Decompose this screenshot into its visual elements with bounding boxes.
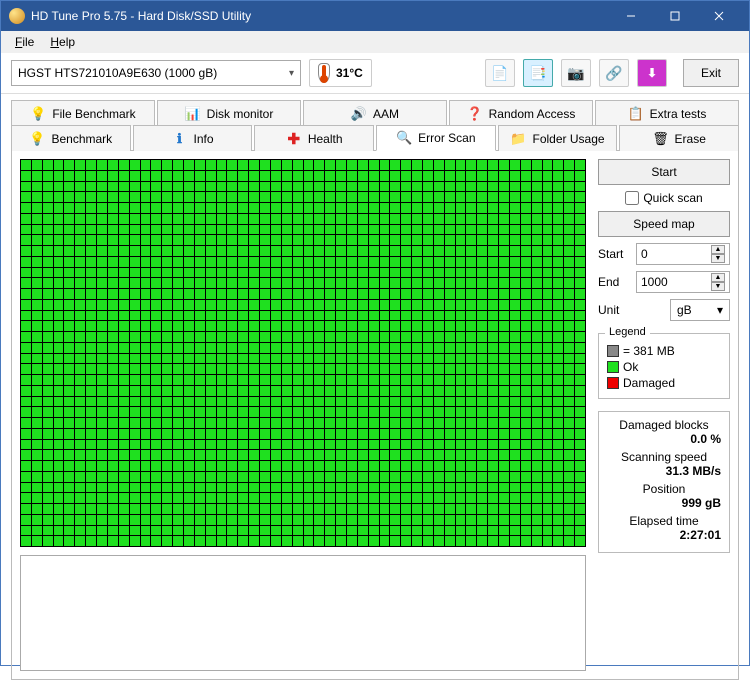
speaker-icon <box>351 106 367 122</box>
tab-extra-tests[interactable]: Extra tests <box>595 100 739 126</box>
chevron-down-icon: ▾ <box>289 68 294 79</box>
legend-title: Legend <box>605 326 650 338</box>
minimize-button[interactable] <box>609 1 653 31</box>
camera-icon <box>567 65 584 82</box>
app-icon <box>9 8 25 24</box>
extra-icon <box>628 106 644 122</box>
legend-damaged-swatch <box>607 377 619 389</box>
save-screenshot-button[interactable] <box>561 59 591 87</box>
tab-row-2: Benchmark Info Health Error Scan Folder … <box>11 125 739 151</box>
random-icon <box>467 106 483 122</box>
tab-benchmark[interactable]: Benchmark <box>11 125 131 151</box>
quick-scan-checkbox[interactable]: Quick scan <box>598 191 730 205</box>
bulb-icon <box>30 106 46 122</box>
folder-icon <box>511 131 527 147</box>
stats-group: Damaged blocks0.0 % Scanning speed31.3 M… <box>598 411 730 553</box>
info-icon <box>172 131 188 147</box>
screenshot-icon <box>529 65 546 82</box>
menu-help[interactable]: Help <box>42 33 83 51</box>
copy-icon <box>491 65 508 82</box>
legend-ok-swatch <box>607 361 619 373</box>
tab-health[interactable]: Health <box>254 125 374 151</box>
speed-map-button[interactable]: Speed map <box>598 211 730 237</box>
chevron-down-icon: ▾ <box>717 303 723 317</box>
scan-controls: Start Quick scan Speed map Start 0 ▲▼ En… <box>598 159 730 671</box>
temperature-value: 31°C <box>336 66 363 80</box>
magnifier-icon <box>396 130 412 146</box>
options-button[interactable] <box>599 59 629 87</box>
tab-random-access[interactable]: Random Access <box>449 100 593 126</box>
start-label: Start <box>598 247 632 261</box>
thermometer-icon <box>318 63 330 83</box>
health-icon <box>286 131 302 147</box>
trash-icon <box>653 131 669 147</box>
end-spin-up[interactable]: ▲ <box>711 273 725 282</box>
temperature-indicator: 31°C <box>309 59 372 87</box>
toolbar: HGST HTS721010A9E630 (1000 gB) ▾ 31°C Ex… <box>1 53 749 94</box>
scan-block-grid <box>20 159 586 547</box>
start-input[interactable]: 0 ▲▼ <box>636 243 730 265</box>
maximize-button[interactable] <box>653 1 697 31</box>
legend-group: Legend = 381 MB Ok Damaged <box>598 333 730 399</box>
tab-folder-usage[interactable]: Folder Usage <box>498 125 618 151</box>
start-spin-down[interactable]: ▼ <box>711 254 725 263</box>
end-input[interactable]: 1000 ▲▼ <box>636 271 730 293</box>
copy-info-button[interactable] <box>485 59 515 87</box>
unit-select[interactable]: gB ▾ <box>670 299 730 321</box>
menu-file[interactable]: File <box>7 33 42 51</box>
unit-label: Unit <box>598 303 632 317</box>
save-button[interactable] <box>637 59 667 87</box>
start-button[interactable]: Start <box>598 159 730 185</box>
tab-aam[interactable]: AAM <box>303 100 447 126</box>
link-icon <box>605 65 622 82</box>
quick-scan-input[interactable] <box>625 191 639 205</box>
legend-block-swatch <box>607 345 619 357</box>
drive-select-value: HGST HTS721010A9E630 (1000 gB) <box>18 66 217 80</box>
titlebar: HD Tune Pro 5.75 - Hard Disk/SSD Utility <box>1 1 749 31</box>
tab-error-scan[interactable]: Error Scan <box>376 125 496 151</box>
tab-erase[interactable]: Erase <box>619 125 739 151</box>
benchmark-icon <box>29 131 45 147</box>
window-title: HD Tune Pro 5.75 - Hard Disk/SSD Utility <box>31 9 609 23</box>
start-spin-up[interactable]: ▲ <box>711 245 725 254</box>
tab-row-1: File Benchmark Disk monitor AAM Random A… <box>11 100 739 126</box>
end-label: End <box>598 275 632 289</box>
tab-disk-monitor[interactable]: Disk monitor <box>157 100 301 126</box>
close-button[interactable] <box>697 1 741 31</box>
tab-info[interactable]: Info <box>133 125 253 151</box>
drive-select[interactable]: HGST HTS721010A9E630 (1000 gB) ▾ <box>11 60 301 86</box>
tab-strip: File Benchmark Disk monitor AAM Random A… <box>1 94 749 680</box>
scan-log[interactable] <box>20 555 586 671</box>
chart-icon <box>185 106 201 122</box>
end-spin-down[interactable]: ▼ <box>711 282 725 291</box>
copy-screenshot-button[interactable] <box>523 59 553 87</box>
tab-panel-error-scan: Start Quick scan Speed map Start 0 ▲▼ En… <box>11 150 739 680</box>
download-icon <box>644 66 660 80</box>
menubar: File Help <box>1 31 749 53</box>
tab-file-benchmark[interactable]: File Benchmark <box>11 100 155 126</box>
exit-button[interactable]: Exit <box>683 59 739 87</box>
